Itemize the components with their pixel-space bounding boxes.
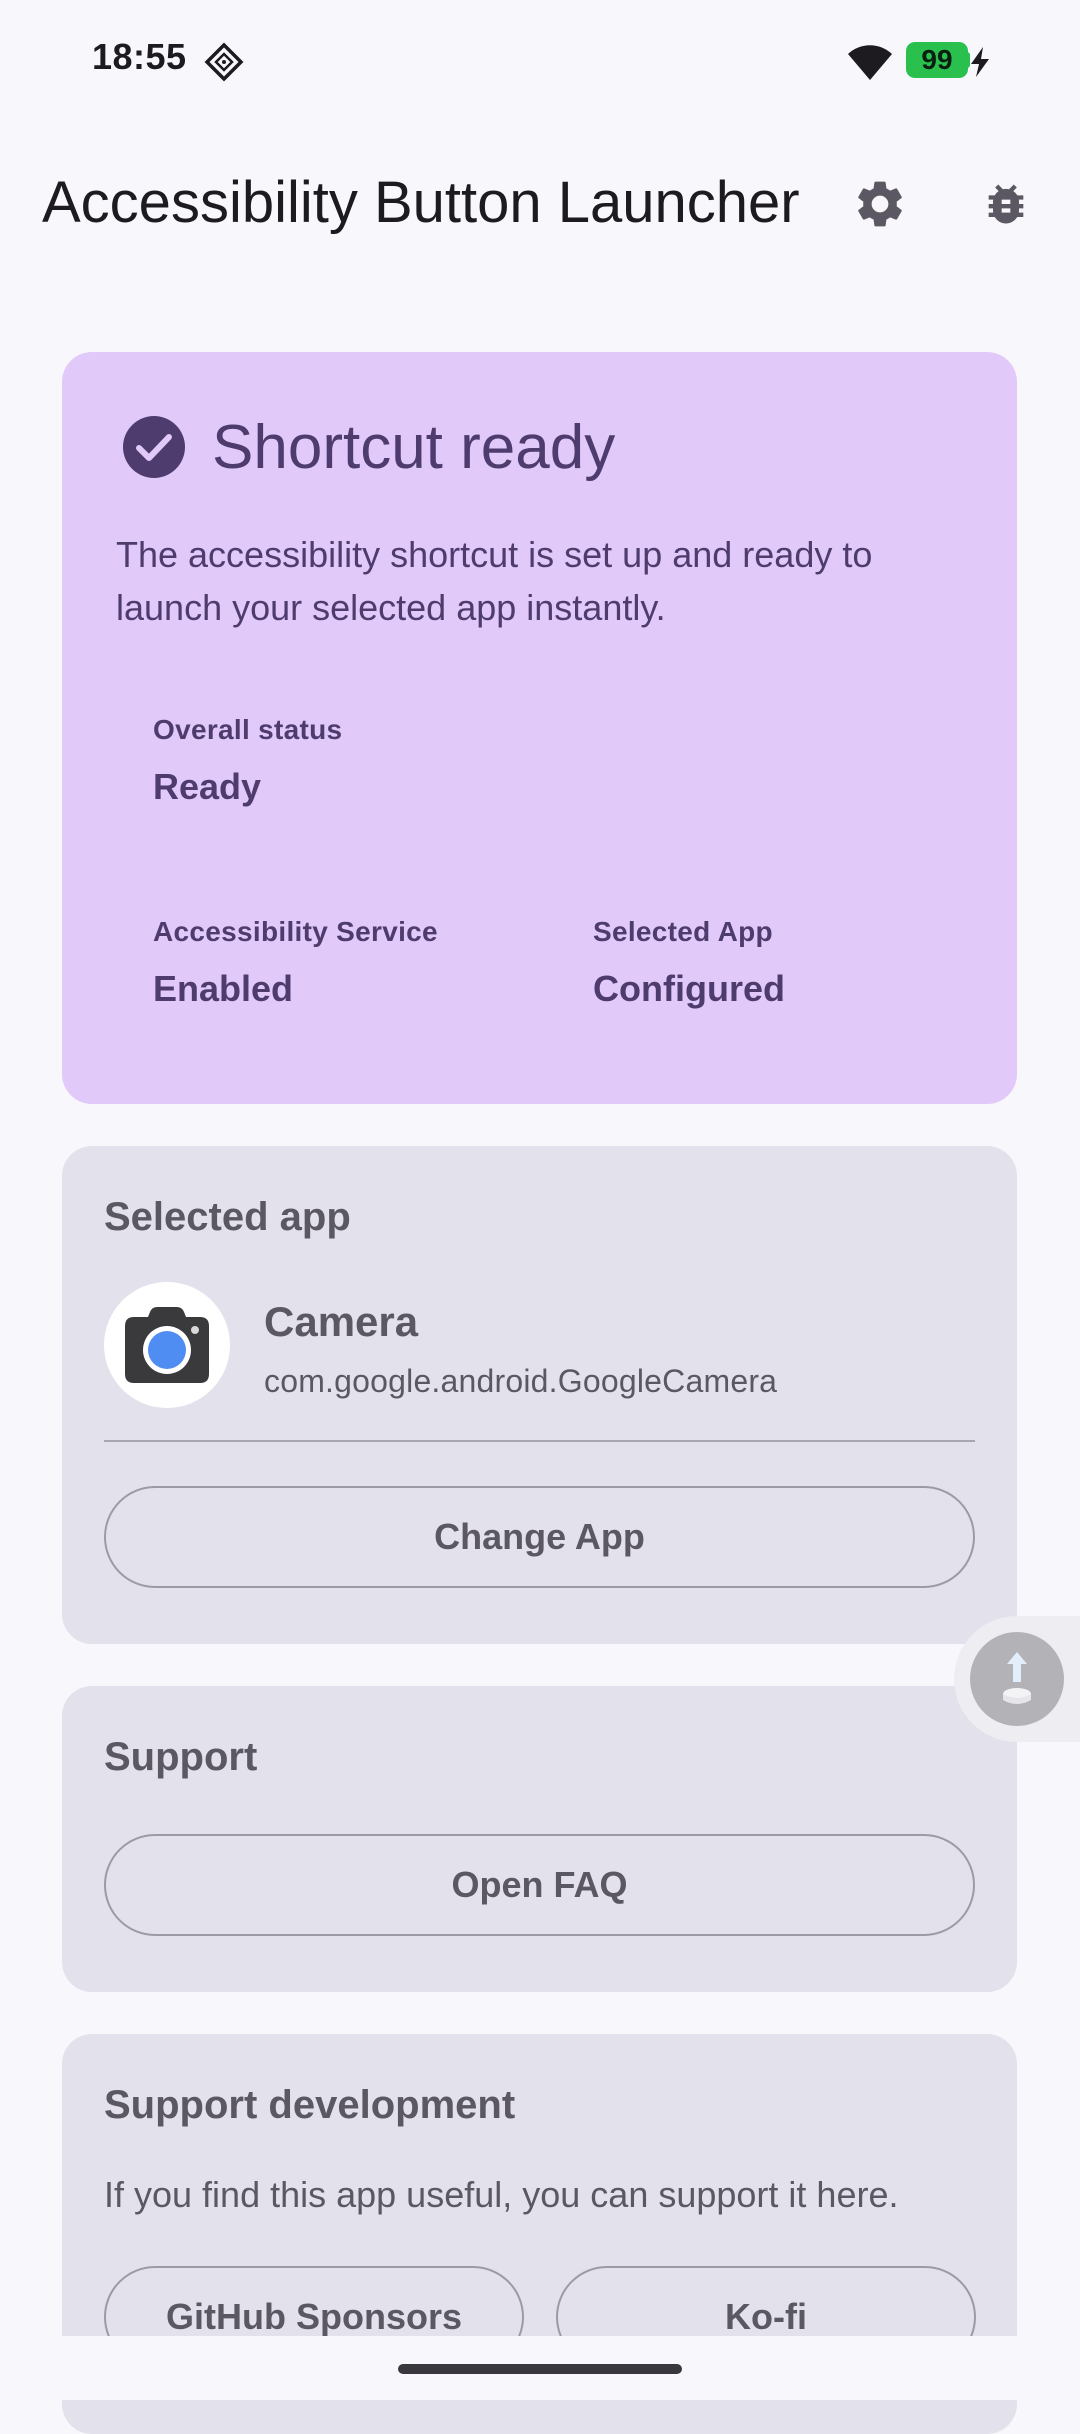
check-circle-icon [123,416,185,478]
support-development-description: If you find this app useful, you can sup… [104,2174,899,2215]
home-indicator[interactable] [398,2364,682,2374]
bug-icon [988,184,1024,224]
app-avatar [104,1282,230,1408]
status-card: Shortcut ready The accessibility shortcu… [62,352,1017,1104]
status-title: Shortcut ready [212,413,616,482]
app-status-label: Selected App [593,916,773,947]
debug-button[interactable] [972,170,1040,238]
notification-diamond-icon [204,42,244,82]
page-title: Accessibility Button Launcher [42,170,800,235]
app-status-value: Configured [593,968,785,1009]
settings-button[interactable] [846,170,914,238]
overall-status-value: Ready [153,766,262,807]
support-card: Support Open FAQ [62,1686,1017,1992]
wifi-icon [848,45,892,80]
camera-icon [125,1307,209,1383]
battery-indicator: 99 [906,42,968,78]
accessibility-icon [1003,1652,1031,1704]
divider [104,1440,975,1442]
gear-icon [858,181,902,227]
open-faq-button[interactable]: Open FAQ [104,1834,975,1936]
selected-app-heading: Selected app [104,1195,351,1239]
app-package-name: com.google.android.GoogleCamera [264,1363,778,1399]
floating-button-circle [970,1632,1064,1726]
status-time: 18:55 [92,36,187,77]
charging-bolt-icon [971,47,989,77]
status-description: The accessibility shortcut is set up and… [116,534,873,628]
selected-app-card: Selected app Camera com.google.android.G… [62,1146,1017,1644]
floating-accessibility-button[interactable] [954,1616,1080,1742]
change-app-button[interactable]: Change App [104,1486,975,1588]
status-bar: 18:55 99 [0,0,1080,124]
overall-status-label: Overall status [153,714,343,745]
service-status-label: Accessibility Service [153,916,438,947]
support-development-heading: Support development [104,2083,516,2127]
app-name: Camera [264,1298,419,1345]
support-heading: Support [104,1735,258,1779]
service-status-value: Enabled [153,968,294,1009]
